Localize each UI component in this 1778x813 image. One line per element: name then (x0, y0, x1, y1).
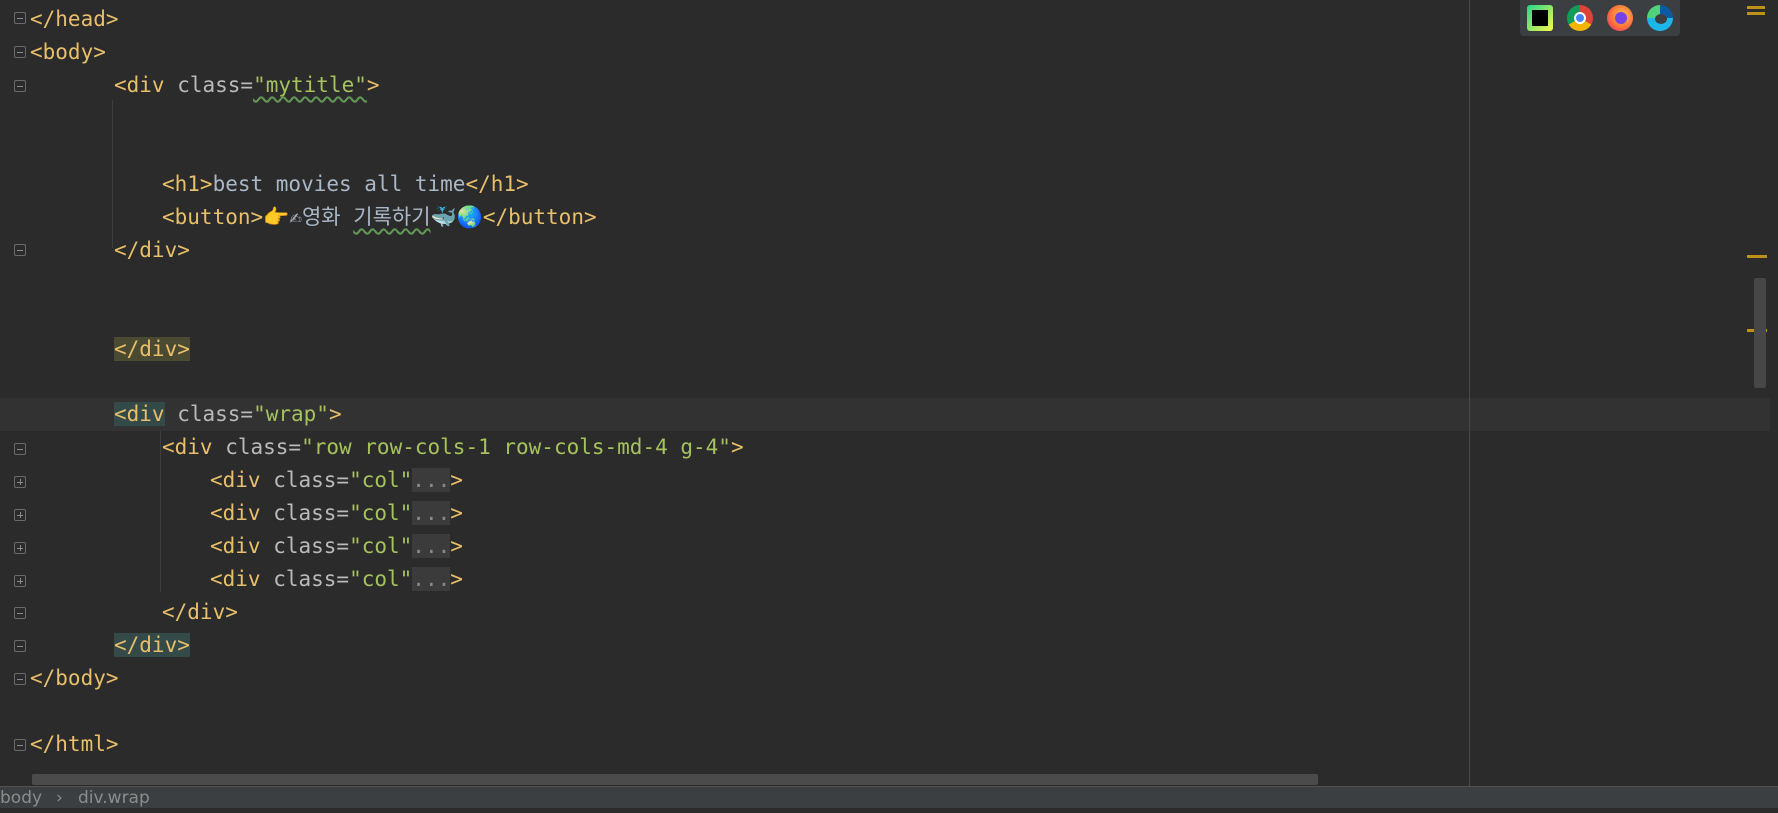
fold-toggle[interactable] (14, 607, 26, 619)
code-line: </div> (114, 238, 190, 262)
code-line: <div class="mytitle"> (114, 73, 380, 97)
indent-guide (160, 430, 161, 592)
breadcrumb: body › div.wrap (0, 786, 1778, 808)
fold-toggle[interactable] (14, 80, 26, 92)
code-line: </div> (114, 337, 190, 361)
fold-toggle[interactable] (14, 12, 26, 24)
breadcrumb-item[interactable]: body (0, 783, 42, 813)
horizontal-scrollbar[interactable] (32, 774, 1318, 785)
expand-fold-toggle[interactable] (14, 575, 26, 587)
breadcrumb-item[interactable]: div.wrap (78, 783, 150, 813)
code-line: </div> (162, 600, 238, 624)
code-line: <body> (30, 40, 106, 64)
code-line: <div class="col"...> (210, 534, 463, 558)
expand-fold-toggle[interactable] (14, 476, 26, 488)
fold-toggle[interactable] (14, 673, 26, 685)
current-line: <div class="wrap"> (0, 398, 1770, 431)
code-line: <h1>best movies all time</h1> (162, 172, 529, 196)
fold-toggle[interactable] (14, 739, 26, 751)
code-line: </html> (30, 732, 119, 756)
folded-region[interactable]: ... (412, 567, 451, 591)
code-line: <div class="col"...> (210, 468, 463, 492)
folded-region[interactable]: ... (412, 534, 451, 558)
code-line: <div class="row row-cols-1 row-cols-md-4… (162, 435, 744, 459)
firefox-icon[interactable] (1607, 5, 1633, 31)
inspection-menu-icon[interactable] (1747, 6, 1765, 22)
fold-toggle[interactable] (14, 640, 26, 652)
vertical-scrollbar[interactable] (1754, 278, 1766, 388)
code-line: </head> (30, 7, 119, 31)
fold-toggle[interactable] (14, 443, 26, 455)
right-margin-guide (1469, 0, 1470, 786)
code-line: </body> (30, 666, 119, 690)
code-line: <div class="col"...> (210, 501, 463, 525)
fold-toggle[interactable] (14, 46, 26, 58)
chevron-right-icon: › (56, 788, 63, 808)
code-line: <div class="col"...> (210, 567, 463, 591)
warning-marker[interactable] (1747, 255, 1767, 258)
code-editor[interactable]: </head> <body> <div class="mytitle"> <h1… (0, 0, 1770, 786)
chrome-icon[interactable] (1567, 5, 1593, 31)
expand-fold-toggle[interactable] (14, 509, 26, 521)
editor-gutter (0, 0, 28, 786)
folded-region[interactable]: ... (412, 501, 451, 525)
edge-icon[interactable] (1647, 5, 1673, 31)
folded-region[interactable]: ... (412, 468, 451, 492)
browser-preview-toolbar (1520, 0, 1680, 36)
fold-toggle[interactable] (14, 244, 26, 256)
indent-guide (112, 100, 113, 248)
pycharm-icon[interactable] (1527, 5, 1553, 31)
code-line: </div> (114, 633, 190, 657)
code-line: <button>👉✍영화 기록하기🐳🌏</button> (162, 205, 597, 229)
expand-fold-toggle[interactable] (14, 542, 26, 554)
